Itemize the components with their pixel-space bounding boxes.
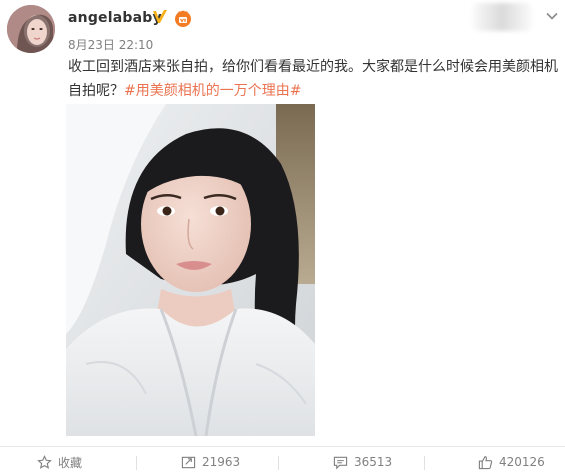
avatar-image [7,5,55,53]
blurred-badge [472,3,532,31]
vip-crown-icon[interactable] [173,8,193,28]
action-separator [424,456,425,470]
star-outline-icon [37,454,52,469]
post-text: 收工回到酒店来张自拍，给你们看看最近的我。大家都是什么时候会用美颜相机 自拍呢？… [68,55,558,103]
chevron-down-icon[interactable] [545,9,559,23]
comment-count: 36513 [354,455,393,469]
action-separator [136,456,137,470]
selfie-image [66,104,315,436]
comment-icon [333,456,348,469]
favorite-label: 收藏 [58,455,83,470]
thumbs-up-icon [478,455,493,469]
repost-count: 21963 [202,455,241,469]
verified-v-icon [153,10,167,23]
post-text-line-2: 自拍呢？#用美颜相机的一万个理由# [68,79,558,103]
repost-icon [181,456,196,468]
post-text-question: 自拍呢？ [68,83,124,99]
favorite-button[interactable]: 收藏 [37,452,82,472]
like-button[interactable]: 420126 [478,452,545,472]
like-count: 420126 [499,455,545,469]
post-timestamp[interactable]: 8月23日 22:10 [68,36,153,53]
avatar[interactable] [7,5,55,53]
post-photo[interactable] [66,104,315,436]
hashtag-link[interactable]: #用美颜相机的一万个理由# [124,83,301,99]
username[interactable]: angelababy [68,10,162,26]
actions-divider [0,446,565,447]
post-text-line-1: 收工回到酒店来张自拍，给你们看看最近的我。大家都是什么时候会用美颜相机 [68,59,558,75]
weibo-post-card: angelababy 8月23日 22:10 收工回到酒店来张自拍，给你们看看最… [0,0,565,473]
repost-button[interactable]: 21963 [181,452,240,472]
action-separator [278,456,279,470]
comment-button[interactable]: 36513 [333,452,392,472]
